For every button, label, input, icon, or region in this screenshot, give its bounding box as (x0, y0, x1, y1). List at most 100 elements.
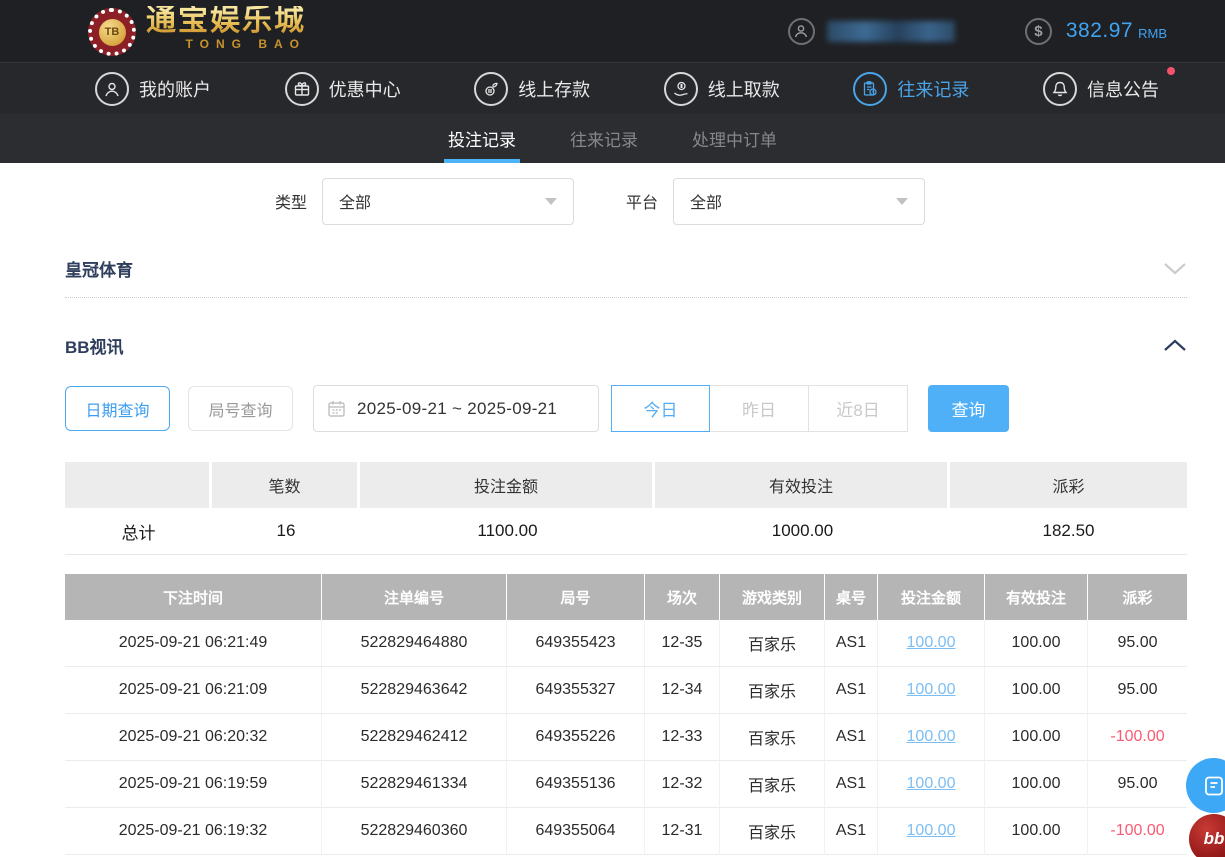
chevron-up-icon[interactable] (1163, 339, 1187, 352)
tab-transaction-records[interactable]: 往来记录 (566, 114, 642, 163)
table-row: 2025-09-21 06:19:32 522829460360 649355064… (65, 808, 1187, 855)
person-icon (795, 25, 808, 38)
bet-table-header-cell: 下注时间 (65, 574, 322, 620)
table-cell: 百家乐 (720, 620, 825, 667)
table-cell: 522829460360 (322, 808, 507, 855)
nav-item-withdraw[interactable]: 线上取款 (663, 71, 780, 106)
deposit-icon (474, 71, 509, 106)
table-cell: AS1 (825, 761, 878, 808)
gift-icon (284, 71, 319, 106)
summary-header-bet-amount: 投注金额 (360, 462, 655, 508)
main-content: 类型 全部 平台 全部 皇冠体育 BB视讯 日期查询 局号查询 2025-09-… (0, 177, 1225, 855)
table-cell: 12-32 (645, 761, 720, 808)
table-cell[interactable]: 100.00 (878, 714, 985, 761)
bet-records-table: 下注时间 注单编号 局号 场次 游戏类别 桌号 投注金额 有效投注 派彩 2025-09-21 … (65, 574, 1187, 855)
table-cell[interactable]: 100.00 (878, 620, 985, 667)
section-bb-live[interactable]: BB视讯 (65, 332, 1187, 358)
nav-label: 优惠中心 (328, 79, 401, 100)
date-range-value: 2025-09-21 ~ 2025-09-21 (357, 398, 558, 418)
nav-label: 线上取款 (707, 79, 780, 100)
chat-document-icon (1204, 776, 1223, 795)
bet-table-header-cell: 有效投注 (985, 574, 1088, 620)
table-cell: 100.00 (985, 761, 1088, 808)
search-button[interactable]: 查询 (928, 385, 1009, 432)
nav-item-promotions[interactable]: 优惠中心 (284, 71, 401, 106)
nav-label: 我的账户 (139, 79, 211, 100)
query-controls: 日期查询 局号查询 2025-09-21 ~ 2025-09-21 今日 昨日 … (65, 385, 1187, 432)
table-cell: 2025-09-21 06:20:32 (65, 714, 322, 761)
bet-table-header-cell: 派彩 (1088, 574, 1187, 620)
account-icon (95, 71, 129, 106)
tab-pending-orders[interactable]: 处理中订单 (688, 114, 781, 163)
dollar-symbol: $ (1034, 22, 1043, 40)
site-logo[interactable]: TB 通宝娱乐城 TONG BAO (88, 6, 306, 56)
nav-item-transaction-records[interactable]: 往来记录 (853, 71, 969, 106)
top-header: TB 通宝娱乐城 TONG BAO $ 382.97 RMB (0, 0, 1225, 62)
section-divider (65, 297, 1187, 298)
tab-bet-records[interactable]: 投注记录 (444, 114, 520, 163)
table-cell: 百家乐 (720, 714, 825, 761)
table-cell: 12-31 (645, 808, 720, 855)
table-cell: 522829463642 (322, 667, 507, 714)
main-nav: 我的账户 优惠中心 线上存款 线上取款 往来记录 信息公告 (0, 62, 1225, 114)
summary-table: 笔数 投注金额 有效投注 派彩 总计 16 1100.00 1000.00 18… (65, 462, 1187, 555)
table-cell: 12-35 (645, 620, 720, 667)
table-cell: 百家乐 (720, 667, 825, 714)
filter-row: 类型 全部 平台 全部 (65, 177, 1187, 225)
balance-amount[interactable]: 382.97 (1066, 19, 1133, 43)
table-row: 2025-09-21 06:20:32 522829462412 649355226… (65, 714, 1187, 761)
round-query-button[interactable]: 局号查询 (188, 386, 293, 431)
table-cell: 522829464880 (322, 620, 507, 667)
calendar-icon (328, 401, 345, 417)
coin-icon: $ (1024, 17, 1052, 45)
balance-currency: RMB (1138, 26, 1167, 41)
yesterday-button[interactable]: 昨日 (710, 385, 809, 432)
nav-item-deposit[interactable]: 线上存款 (474, 71, 590, 106)
table-cell: 100.00 (985, 667, 1088, 714)
summary-total-row: 总计 16 1100.00 1000.00 182.50 (65, 508, 1187, 555)
bet-table-header-cell: 场次 (645, 574, 720, 620)
table-cell: 95.00 (1088, 620, 1187, 667)
section-crown-sports[interactable]: 皇冠体育 (65, 255, 1187, 281)
bell-icon (1042, 71, 1077, 106)
logo-subtitle: TONG BAO (185, 37, 306, 51)
nav-item-my-account[interactable]: 我的账户 (95, 71, 211, 106)
table-cell: 522829462412 (322, 714, 507, 761)
table-cell[interactable]: 100.00 (878, 761, 985, 808)
user-avatar-icon[interactable] (787, 17, 815, 45)
platform-select-value: 全部 (690, 195, 723, 212)
type-select-value: 全部 (339, 195, 372, 212)
table-cell: AS1 (825, 714, 878, 761)
table-cell: AS1 (825, 808, 878, 855)
today-button[interactable]: 今日 (611, 385, 710, 432)
table-cell[interactable]: 100.00 (878, 808, 985, 855)
bet-table-header-cell: 游戏类别 (720, 574, 825, 620)
platform-select[interactable]: 全部 (673, 177, 926, 225)
summary-total-count: 16 (212, 508, 360, 555)
table-cell: AS1 (825, 667, 878, 714)
table-row: 2025-09-21 06:21:49 522829464880 649355423… (65, 620, 1187, 667)
page: TB 通宝娱乐城 TONG BAO $ 382.97 RMB 我的账户 优惠中心… (0, 0, 1225, 857)
table-cell: -100.00 (1088, 714, 1187, 761)
table-cell: 100.00 (985, 714, 1088, 761)
table-row: 2025-09-21 06:19:59 522829461334 649355136… (65, 761, 1187, 808)
date-query-button[interactable]: 日期查询 (65, 386, 170, 431)
summary-total-label: 总计 (65, 508, 212, 555)
bet-table-header-cell: 注单编号 (322, 574, 507, 620)
table-cell: 649355064 (507, 808, 645, 855)
summary-header-row: 笔数 投注金额 有效投注 派彩 (65, 462, 1187, 508)
table-cell: 2025-09-21 06:19:59 (65, 761, 322, 808)
nav-item-announcements[interactable]: 信息公告 (1042, 66, 1175, 106)
table-cell: 95.00 (1088, 667, 1187, 714)
bet-table-header: 下注时间 注单编号 局号 场次 游戏类别 桌号 投注金额 有效投注 派彩 (65, 574, 1187, 620)
bet-table-header-cell: 局号 (507, 574, 645, 620)
records-icon (853, 71, 888, 106)
type-select[interactable]: 全部 (322, 177, 575, 225)
type-filter-label: 类型 (275, 195, 308, 212)
table-cell[interactable]: 100.00 (878, 667, 985, 714)
chevron-down-icon[interactable] (1163, 262, 1187, 275)
table-cell: 649355327 (507, 667, 645, 714)
summary-header-valid-bet: 有效投注 (655, 462, 950, 508)
last-8-days-button[interactable]: 近8日 (809, 385, 908, 432)
date-range-picker[interactable]: 2025-09-21 ~ 2025-09-21 (313, 385, 599, 432)
